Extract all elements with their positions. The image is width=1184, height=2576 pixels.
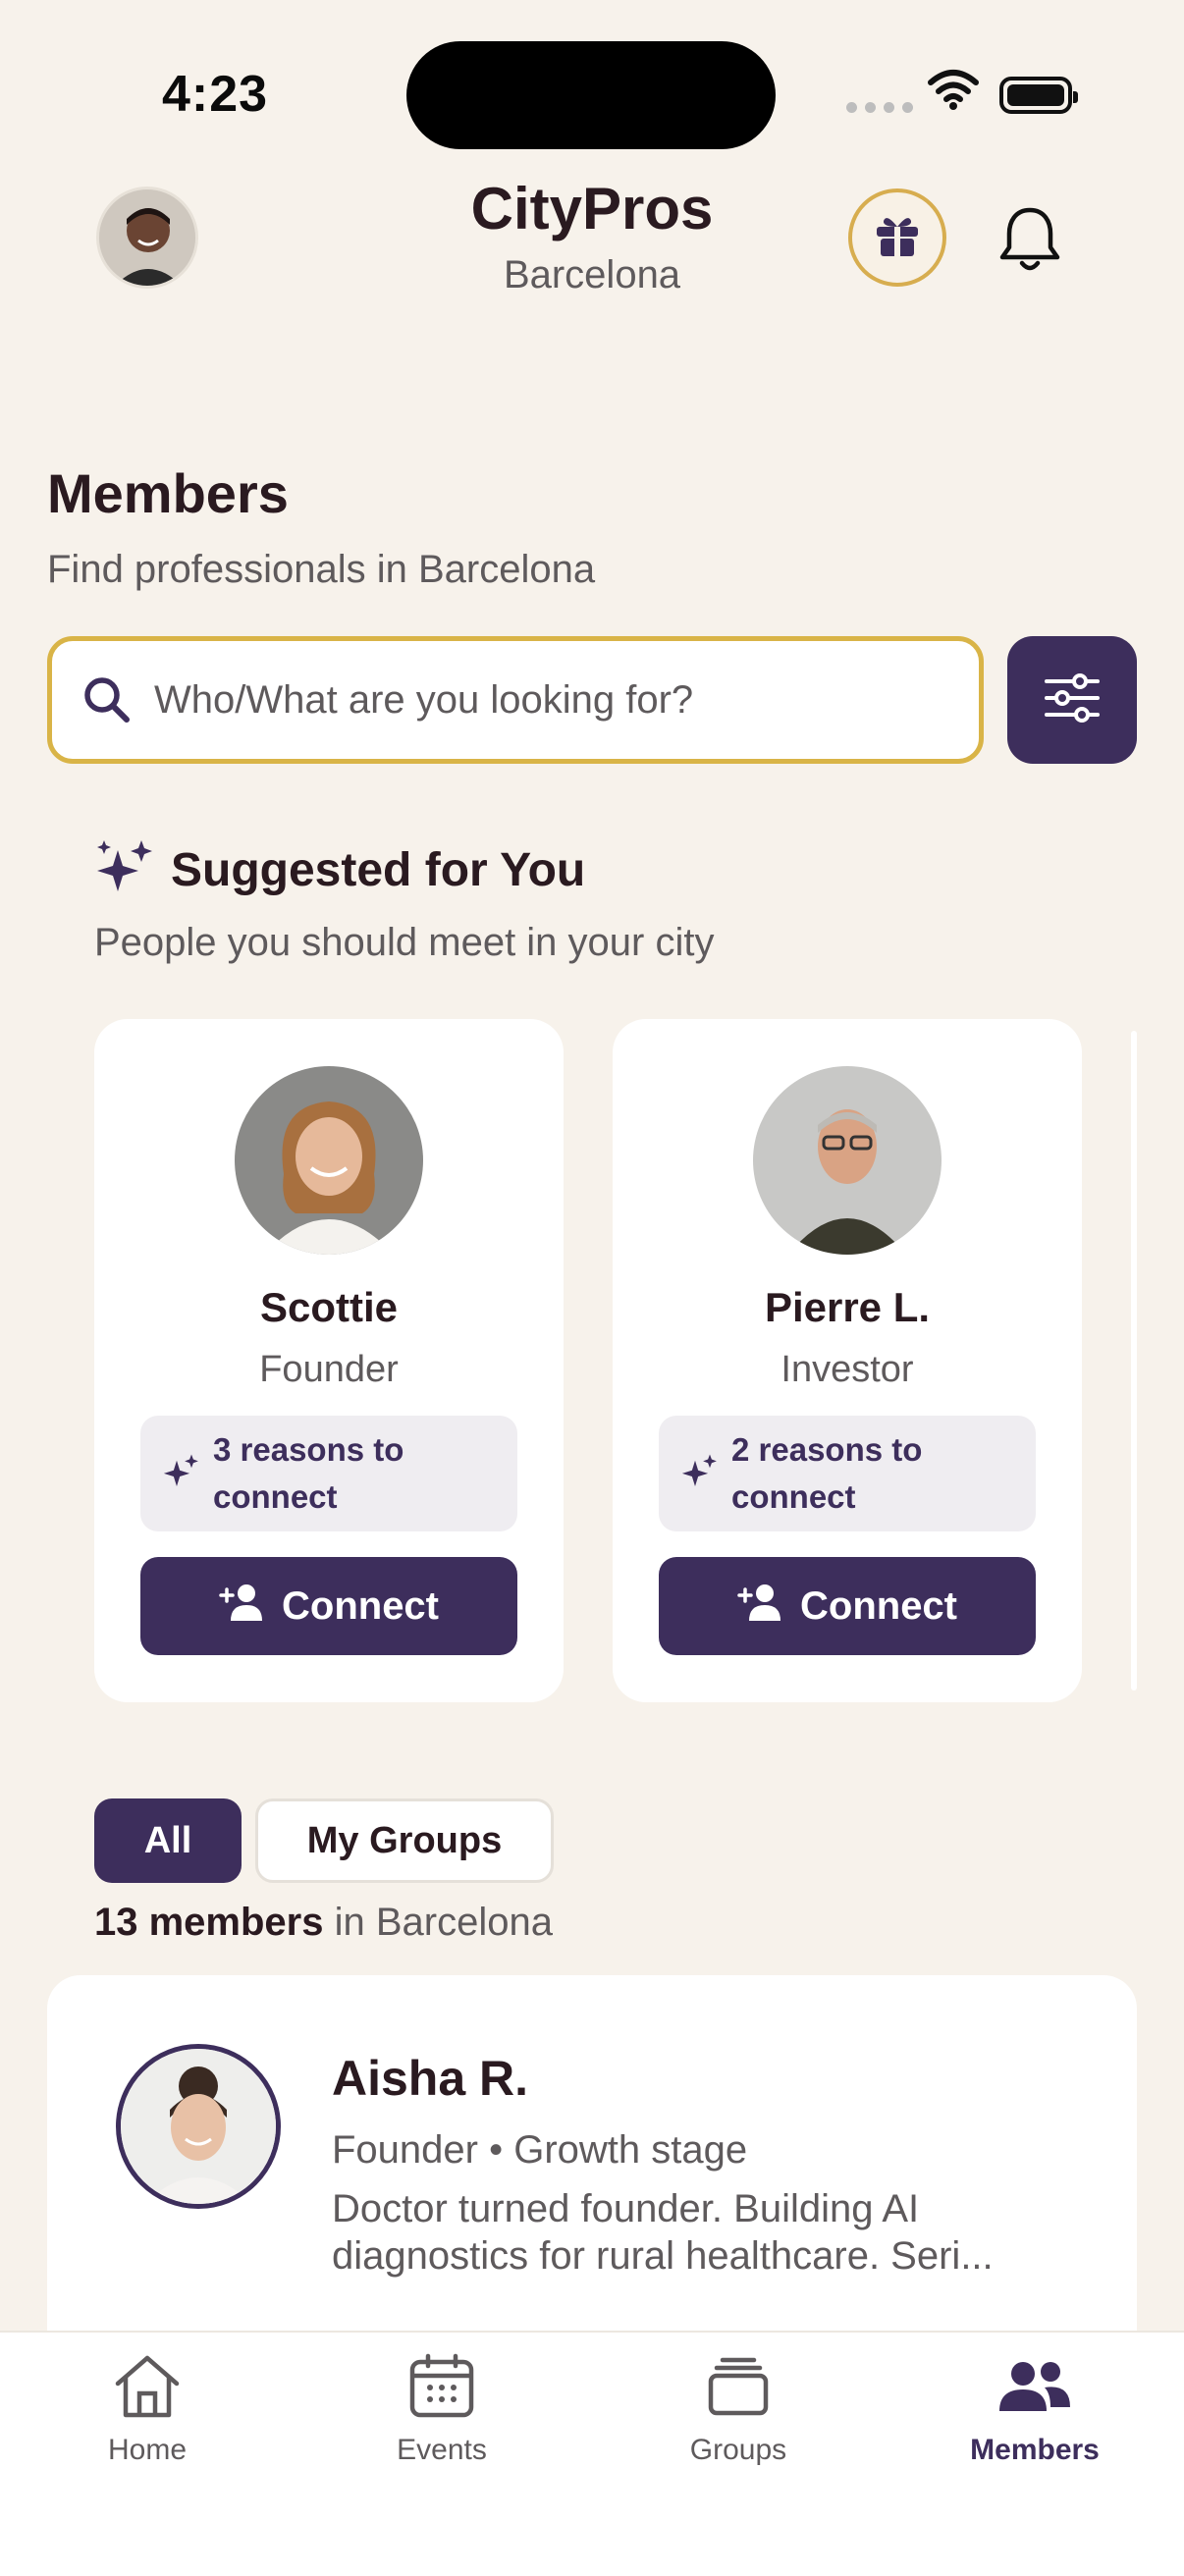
- member-photo: [235, 1066, 423, 1255]
- page-subtitle: Find professionals in Barcelona: [47, 548, 596, 591]
- suggested-card[interactable]: Pierre L. Investor 2 reasons to connect …: [613, 1019, 1082, 1702]
- notifications-bell-icon[interactable]: [997, 204, 1062, 280]
- member-list-item[interactable]: Aisha R. Founder • Growth stage Doctor t…: [47, 1975, 1137, 2388]
- connect-button[interactable]: Connect: [659, 1557, 1036, 1655]
- reasons-badge[interactable]: 2 reasons to connect: [659, 1416, 1036, 1531]
- next-card-peek[interactable]: [1131, 1031, 1137, 1690]
- filter-chip-my-groups[interactable]: My Groups: [255, 1798, 554, 1883]
- gift-button[interactable]: [848, 188, 946, 287]
- reasons-text: 2 reasons to connect: [731, 1431, 923, 1515]
- reasons-text: 3 reasons to connect: [213, 1431, 404, 1515]
- member-count: 13 members in Barcelona: [94, 1901, 553, 1945]
- member-photo: [753, 1066, 942, 1255]
- search-input[interactable]: Who/What are you looking for?: [47, 636, 984, 764]
- member-role: Founder • Growth stage: [332, 2128, 748, 2172]
- member-role: Founder: [259, 1349, 399, 1390]
- reasons-badge[interactable]: 3 reasons to connect: [140, 1416, 517, 1531]
- member-name: Scottie: [259, 1284, 399, 1330]
- member-count-number: 13 members: [94, 1901, 324, 1944]
- search-placeholder: Who/What are you looking for?: [154, 677, 694, 722]
- add-person-icon: [219, 1582, 266, 1631]
- member-role: Investor: [780, 1349, 914, 1390]
- sparkles-icon: [162, 1452, 201, 1496]
- suggested-title: Suggested for You: [171, 844, 586, 896]
- sparkles-icon: [94, 836, 157, 904]
- tab-groups[interactable]: Groups: [640, 2352, 836, 2467]
- calendar-icon: [406, 2352, 477, 2424]
- filter-button[interactable]: [1007, 636, 1137, 764]
- tab-label: Events: [397, 2434, 487, 2466]
- sliders-icon: [1043, 672, 1102, 727]
- connect-button[interactable]: Connect: [140, 1557, 517, 1655]
- filter-chip-all[interactable]: All: [94, 1798, 242, 1883]
- connect-label: Connect: [282, 1583, 439, 1628]
- add-person-icon: [737, 1582, 784, 1631]
- suggested-subtitle: People you should meet in your city: [94, 921, 715, 964]
- sparkles-icon: [680, 1452, 720, 1496]
- search-icon: [81, 674, 133, 725]
- member-name: Aisha R.: [332, 2051, 529, 2106]
- status-time: 4:23: [162, 66, 269, 123]
- people-icon: [996, 2352, 1074, 2424]
- stack-icon: [703, 2352, 774, 2424]
- suggested-header: Suggested for You: [94, 836, 585, 904]
- member-name: Pierre L.: [764, 1284, 931, 1330]
- signal-icon: [846, 102, 913, 113]
- tab-label: Members: [970, 2434, 1100, 2466]
- battery-icon: [999, 77, 1078, 114]
- member-bio: Doctor turned founder. Building AI diagn…: [332, 2187, 994, 2278]
- tab-label: Home: [107, 2434, 188, 2466]
- tab-home[interactable]: Home: [49, 2352, 245, 2467]
- member-avatar: [116, 2044, 281, 2209]
- suggested-card[interactable]: Scottie Founder 3 reasons to connect Con…: [94, 1019, 564, 1702]
- tab-events[interactable]: Events: [344, 2352, 540, 2467]
- member-count-suffix: in Barcelona: [323, 1901, 553, 1944]
- tab-bar: Home Events Groups Members: [0, 2331, 1184, 2576]
- connect-label: Connect: [800, 1583, 957, 1628]
- tab-label: Groups: [689, 2434, 787, 2466]
- home-icon: [112, 2352, 183, 2424]
- page-title: Members: [47, 462, 289, 524]
- wifi-icon: [927, 69, 980, 115]
- tab-members[interactable]: Members: [937, 2352, 1133, 2467]
- dynamic-island: [406, 41, 776, 149]
- gift-icon: [873, 211, 922, 265]
